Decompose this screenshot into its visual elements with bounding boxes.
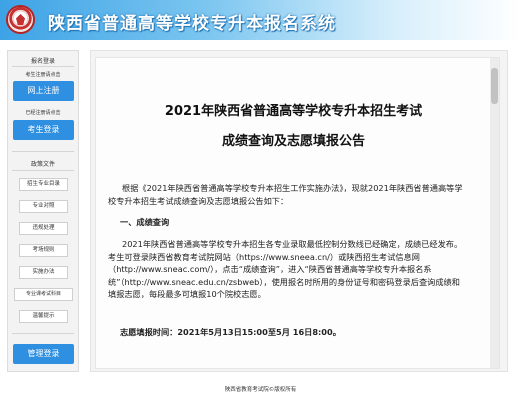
sidebar: 报名登录 考生注册请点击 网上注册 已经注册请点击 考生登录 政策文件 招生专业… (7, 50, 79, 372)
policy-item-exam-rules[interactable]: 考场规则 (19, 244, 68, 257)
deadline-row: 志愿填报时间：2021年5月13日15:00至5月 16日8:00。 (120, 326, 341, 339)
header-banner: 陕西省普通高等学校专升本报名系统 (0, 0, 521, 40)
announcement-title-line2: 成绩查询及志愿填报公告 (221, 134, 365, 149)
logo-icon (6, 5, 35, 34)
deadline-label: 志愿填报时间： (120, 327, 178, 337)
scroll-thumb[interactable] (491, 68, 498, 104)
announcement-document: 2021年陕西省普通高等学校专升本招生考试 成绩查询及志愿填报公告 根据《202… (95, 57, 500, 369)
divider (12, 66, 74, 67)
student-login-button[interactable]: 考生登录 (13, 120, 74, 140)
register-button[interactable]: 网上注册 (13, 81, 74, 101)
footer-copyright: 陕西省教育考试院©版权所有 (224, 387, 297, 393)
policy-item-implementation[interactable]: 实施办法 (19, 266, 68, 279)
policy-item-major-catalog[interactable]: 招生专业目录 (19, 178, 68, 191)
policy-item-violation-handling[interactable]: 违规处理 (19, 222, 68, 235)
admin-login-button[interactable]: 管理登录 (13, 344, 74, 364)
login-hint: 已经注册请点击 (25, 110, 61, 116)
policy-item-major-mapping[interactable]: 专业对照 (19, 200, 68, 213)
section1-body: 2021年陕西省普通高等学校专升本招生各专业录取最低控制分数线已经确定，成绩已经… (108, 239, 463, 299)
deadline-value: 2021年5月13日15:00至5月 16日8:00。 (177, 327, 341, 337)
site-title: 陕西省普通高等学校专升本报名系统 (48, 14, 336, 34)
section-title-login: 报名登录 (30, 58, 55, 65)
document-scrollbar[interactable] (490, 58, 499, 368)
policy-item-exam-subjects[interactable]: 专业课考试科目 (14, 288, 73, 301)
divider (12, 170, 74, 171)
intro-paragraph: 根据《2021年陕西省普通高等学校专升本招生工作实施办法》，现就2021年陕西省… (108, 183, 463, 206)
section1-heading: 一、成绩查询 (120, 217, 170, 227)
divider (12, 151, 74, 152)
main-panel: 2021年陕西省普通高等学校专升本招生考试 成绩查询及志愿填报公告 根据《202… (90, 50, 508, 372)
register-hint: 考生注册请点击 (25, 72, 61, 78)
section-title-policy: 政策文件 (30, 161, 55, 168)
divider (12, 333, 74, 334)
announcement-title-line1: 2021年陕西省普通高等学校专升本招生考试 (164, 104, 423, 119)
policy-item-reminder[interactable]: 温馨提示 (19, 310, 68, 323)
